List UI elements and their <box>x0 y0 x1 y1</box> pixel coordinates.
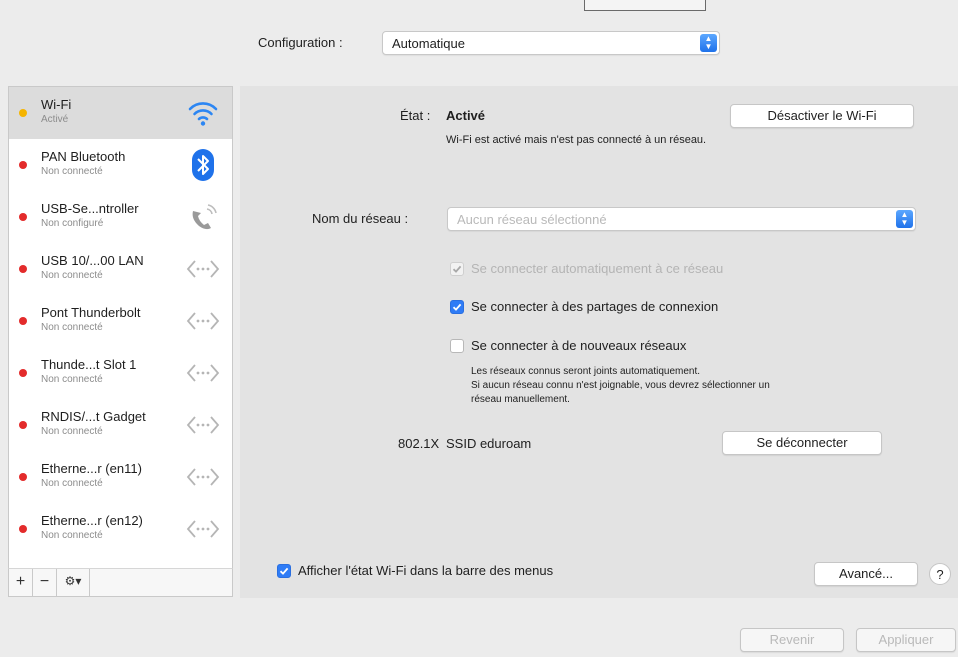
ethernet-icon <box>185 303 221 339</box>
configuration-label: Configuration : <box>258 35 343 50</box>
window-toolbar-fragment <box>584 0 706 11</box>
advanced-button[interactable]: Avancé... <box>814 562 918 586</box>
help-button[interactable]: ? <box>929 563 951 585</box>
service-name: Etherne...r (en12) <box>41 513 143 528</box>
phone-icon <box>185 199 221 235</box>
auto-join-label: Se connecter automatiquement à ce réseau <box>471 261 724 276</box>
service-status: Non connecté <box>41 322 103 333</box>
service-status: Non connecté <box>41 478 103 489</box>
configuration-popup[interactable]: Automatique ▲ ▼ <box>382 31 720 55</box>
configuration-value: Automatique <box>392 36 465 51</box>
service-item-ethernet-en11[interactable]: Etherne...r (en11) Non connecté <box>9 451 232 503</box>
dot1x-value: SSID eduroam <box>446 436 532 451</box>
service-status: Non connecté <box>41 166 103 177</box>
service-status: Activé <box>41 114 69 125</box>
service-item-thunderbolt-bridge[interactable]: Pont Thunderbolt Non connecté <box>9 295 232 347</box>
service-name: Thunde...t Slot 1 <box>41 357 137 372</box>
service-status: Non connecté <box>41 426 103 437</box>
wifi-icon <box>185 95 221 131</box>
status-dot <box>19 317 27 325</box>
dot1x-label: 802.1X <box>398 436 440 451</box>
status-dot <box>19 369 27 377</box>
status-dot <box>19 161 27 169</box>
apply-button[interactable]: Appliquer <box>856 628 956 652</box>
auto-join-checkbox[interactable] <box>450 262 464 276</box>
service-item-bluetooth[interactable]: PAN Bluetooth Non connecté <box>9 139 232 191</box>
popup-arrows-icon: ▲ ▼ <box>700 34 717 52</box>
status-dot <box>19 421 27 429</box>
ethernet-icon <box>185 355 221 391</box>
network-name-placeholder: Aucun réseau sélectionné <box>457 212 607 227</box>
ethernet-icon <box>185 459 221 495</box>
hotspot-checkbox[interactable] <box>450 300 464 314</box>
service-name: PAN Bluetooth <box>41 149 126 164</box>
service-item-usb-controller[interactable]: USB-Se...ntroller Non configuré <box>9 191 232 243</box>
service-list[interactable]: Wi-Fi Activé PAN Bluetooth Non connecté … <box>8 86 233 570</box>
new-networks-label: Se connecter à de nouveaux réseaux <box>471 338 687 353</box>
bluetooth-icon <box>185 147 221 183</box>
status-dot <box>19 525 27 533</box>
add-service-button[interactable]: + <box>9 569 33 596</box>
show-status-label: Afficher l'état Wi-Fi dans la barre des … <box>298 563 554 578</box>
service-item-ethernet-en12[interactable]: Etherne...r (en12) Non connecté <box>9 503 232 555</box>
ethernet-icon <box>185 407 221 443</box>
service-name: RNDIS/...t Gadget <box>41 409 146 424</box>
service-name: USB 10/...00 LAN <box>41 253 144 268</box>
status-dot <box>19 265 27 273</box>
service-name: Wi-Fi <box>41 97 72 112</box>
state-value: Activé <box>446 108 486 123</box>
note-line: Si aucun réseau connu n'est joignable, v… <box>471 380 770 391</box>
service-name: Etherne...r (en11) <box>41 461 142 476</box>
service-name: Pont Thunderbolt <box>41 305 141 320</box>
status-dot <box>19 213 27 221</box>
service-status: Non connecté <box>41 270 103 281</box>
service-name: USB-Se...ntroller <box>41 201 139 216</box>
revert-button[interactable]: Revenir <box>740 628 844 652</box>
service-item-wifi[interactable]: Wi-Fi Activé <box>9 87 232 139</box>
new-networks-checkbox[interactable] <box>450 339 464 353</box>
show-status-checkbox[interactable] <box>277 564 291 578</box>
service-item-thunderbolt-slot[interactable]: Thunde...t Slot 1 Non connecté <box>9 347 232 399</box>
disconnect-button[interactable]: Se déconnecter <box>722 431 882 455</box>
hotspot-label: Se connecter à des partages de connexion <box>471 299 719 314</box>
service-status: Non connecté <box>41 530 103 541</box>
state-description: Wi-Fi est activé mais n'est pas connecté… <box>446 134 707 146</box>
network-name-label: Nom du réseau : <box>312 211 409 226</box>
state-label: État : <box>400 108 431 123</box>
new-networks-note: Les réseaux connus seront joints automat… <box>471 365 770 407</box>
status-dot <box>19 109 27 117</box>
ethernet-icon <box>185 511 221 547</box>
service-list-toolbar: + − ⚙▾ <box>8 568 233 597</box>
network-name-popup[interactable]: Aucun réseau sélectionné ▲ ▼ <box>447 207 916 231</box>
note-line: réseau manuellement. <box>471 394 570 405</box>
status-dot <box>19 473 27 481</box>
service-item-rndis-gadget[interactable]: RNDIS/...t Gadget Non connecté <box>9 399 232 451</box>
service-status: Non connecté <box>41 374 103 385</box>
toggle-wifi-button[interactable]: Désactiver le Wi-Fi <box>730 104 914 128</box>
ethernet-icon <box>185 251 221 287</box>
service-item-usb-lan[interactable]: USB 10/...00 LAN Non connecté <box>9 243 232 295</box>
remove-service-button[interactable]: − <box>33 569 57 596</box>
note-line: Les réseaux connus seront joints automat… <box>471 366 701 377</box>
popup-arrows-icon: ▲ ▼ <box>896 210 913 228</box>
service-status: Non configuré <box>41 218 104 229</box>
action-menu-button[interactable]: ⚙▾ <box>57 569 90 596</box>
